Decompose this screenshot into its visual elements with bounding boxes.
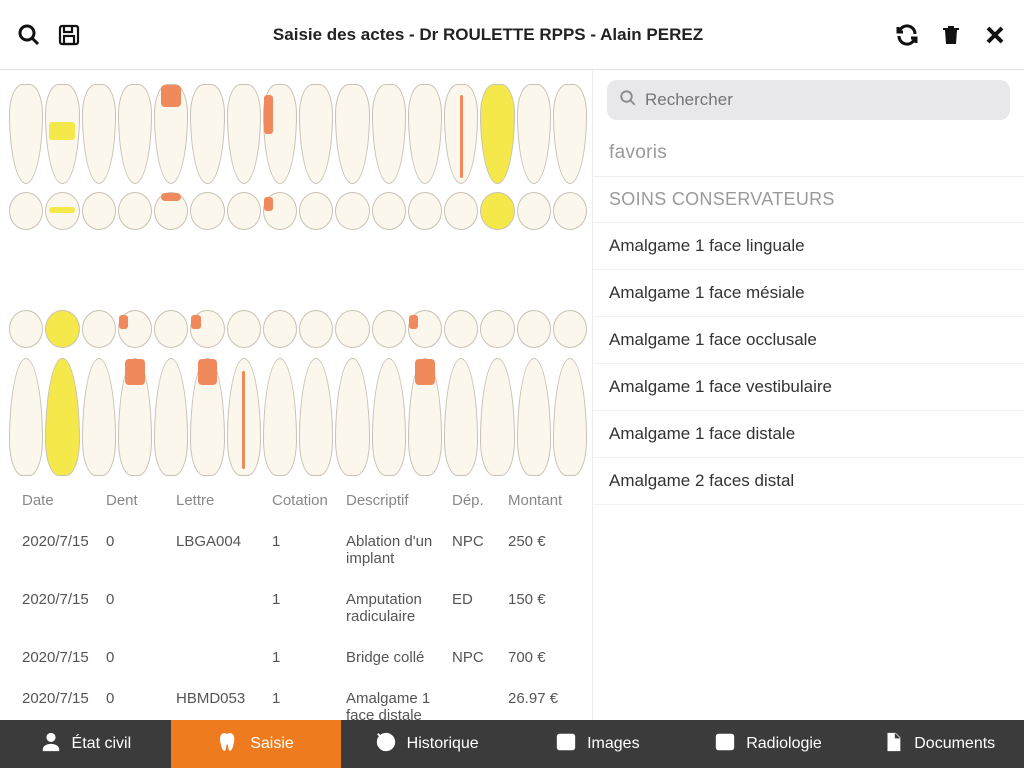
clock-icon xyxy=(375,731,397,758)
th-lettre: Lettre xyxy=(172,484,268,521)
search-icon[interactable] xyxy=(16,22,42,48)
tab-label: Historique xyxy=(407,735,479,753)
header-right-group xyxy=(894,22,1008,48)
image-icon xyxy=(714,731,736,758)
dental-chart[interactable] xyxy=(8,76,588,484)
cell-date: 2020/7/15 xyxy=(18,579,102,637)
search-wrap xyxy=(593,70,1024,130)
cell-descriptif: Bridge collé xyxy=(342,637,448,678)
cell-cotation: 1 xyxy=(268,678,342,720)
cell-dent: 0 xyxy=(102,678,172,720)
cell-date: 2020/7/15 xyxy=(18,521,102,579)
table-row[interactable]: 2020/7/150 1Amputation radiculaireED150 € xyxy=(18,579,588,637)
page-title: Saisie des actes - Dr ROULETTE RPPS - Al… xyxy=(82,25,894,45)
cell-cotation: 1 xyxy=(268,579,342,637)
table-row[interactable]: 2020/7/150LBGA0041Ablation d'un implantN… xyxy=(18,521,588,579)
cell-descriptif: Amalgame 1 face distale xyxy=(342,678,448,720)
cell-cotation: 1 xyxy=(268,637,342,678)
cell-dent: 0 xyxy=(102,637,172,678)
category-header[interactable]: SOINS CONSERVATEURS xyxy=(593,177,1024,223)
cell-lettre: LBGA004 xyxy=(172,521,268,579)
save-icon[interactable] xyxy=(56,22,82,48)
header-left-group xyxy=(16,22,82,48)
tab-saisie[interactable]: Saisie xyxy=(171,720,342,768)
person-icon xyxy=(40,731,62,758)
left-pane: Date Dent Lettre Cotation Descriptif Dép… xyxy=(0,70,592,720)
delete-icon[interactable] xyxy=(938,22,964,48)
acts-table: Date Dent Lettre Cotation Descriptif Dép… xyxy=(18,484,588,720)
tab-radiologie[interactable]: Radiologie xyxy=(683,720,854,768)
header-bar: Saisie des actes - Dr ROULETTE RPPS - Al… xyxy=(0,0,1024,70)
cell-lettre xyxy=(172,579,268,637)
bottom-tabbar: État civil Saisie Historique Images Radiolog… xyxy=(0,720,1024,768)
image-icon xyxy=(555,731,577,758)
table-header-row: Date Dent Lettre Cotation Descriptif Dép… xyxy=(18,484,588,521)
cell-lettre: HBMD053 xyxy=(172,678,268,720)
cell-montant: 150 € xyxy=(504,579,588,637)
upper-arch-occlusal xyxy=(8,188,588,236)
acts-table-wrap: Date Dent Lettre Cotation Descriptif Dép… xyxy=(8,484,588,720)
cell-montant: 700 € xyxy=(504,637,588,678)
cell-dep: NPC xyxy=(448,521,504,579)
act-item[interactable]: Amalgame 1 face distale xyxy=(593,411,1024,458)
close-icon[interactable] xyxy=(982,22,1008,48)
tab-label: État civil xyxy=(72,735,132,753)
table-row[interactable]: 2020/7/150 1Bridge colléNPC700 € xyxy=(18,637,588,678)
tab-label: Images xyxy=(587,735,639,753)
main-split: Date Dent Lettre Cotation Descriptif Dép… xyxy=(0,70,1024,720)
act-item[interactable]: Amalgame 1 face mésiale xyxy=(593,270,1024,317)
cell-dent: 0 xyxy=(102,521,172,579)
cell-descriptif: Amputation radiculaire xyxy=(342,579,448,637)
tooth-icon xyxy=(218,731,240,758)
favorites-header[interactable]: favoris xyxy=(593,130,1024,177)
search-input[interactable] xyxy=(645,90,998,110)
cell-lettre xyxy=(172,637,268,678)
lower-arch-crowns xyxy=(8,358,588,476)
cell-dep: NPC xyxy=(448,637,504,678)
right-pane: favoris SOINS CONSERVATEURS Amalgame 1 f… xyxy=(592,70,1024,720)
act-item[interactable]: Amalgame 1 face linguale xyxy=(593,223,1024,270)
tab-images[interactable]: Images xyxy=(512,720,683,768)
search-field[interactable] xyxy=(607,80,1010,120)
act-item[interactable]: Amalgame 1 face vestibulaire xyxy=(593,364,1024,411)
tab-etat-civil[interactable]: État civil xyxy=(0,720,171,768)
cell-cotation: 1 xyxy=(268,521,342,579)
tab-label: Documents xyxy=(914,735,995,753)
th-montant: Montant xyxy=(504,484,588,521)
cell-dep: ED xyxy=(448,579,504,637)
upper-arch-crowns xyxy=(8,84,588,184)
th-dent: Dent xyxy=(102,484,172,521)
tab-label: Saisie xyxy=(250,735,294,753)
cell-dep xyxy=(448,678,504,720)
act-item[interactable]: Amalgame 2 faces distal xyxy=(593,458,1024,505)
refresh-icon[interactable] xyxy=(894,22,920,48)
cell-montant: 250 € xyxy=(504,521,588,579)
cell-date: 2020/7/15 xyxy=(18,678,102,720)
tab-documents[interactable]: Documents xyxy=(853,720,1024,768)
tab-historique[interactable]: Historique xyxy=(341,720,512,768)
cell-montant: 26.97 € xyxy=(504,678,588,720)
act-item[interactable]: Amalgame 1 face occlusale xyxy=(593,317,1024,364)
tab-label: Radiologie xyxy=(746,735,822,753)
cell-descriptif: Ablation d'un implant xyxy=(342,521,448,579)
th-cotation: Cotation xyxy=(268,484,342,521)
cell-date: 2020/7/15 xyxy=(18,637,102,678)
search-input-icon xyxy=(619,89,637,112)
acts-list: Amalgame 1 face lingualeAmalgame 1 face … xyxy=(593,223,1024,505)
th-dep: Dép. xyxy=(448,484,504,521)
lower-arch-occlusal xyxy=(8,306,588,354)
th-date: Date xyxy=(18,484,102,521)
table-row[interactable]: 2020/7/150HBMD0531Amalgame 1 face distal… xyxy=(18,678,588,720)
cell-dent: 0 xyxy=(102,579,172,637)
th-descriptif: Descriptif xyxy=(342,484,448,521)
document-icon xyxy=(882,731,904,758)
